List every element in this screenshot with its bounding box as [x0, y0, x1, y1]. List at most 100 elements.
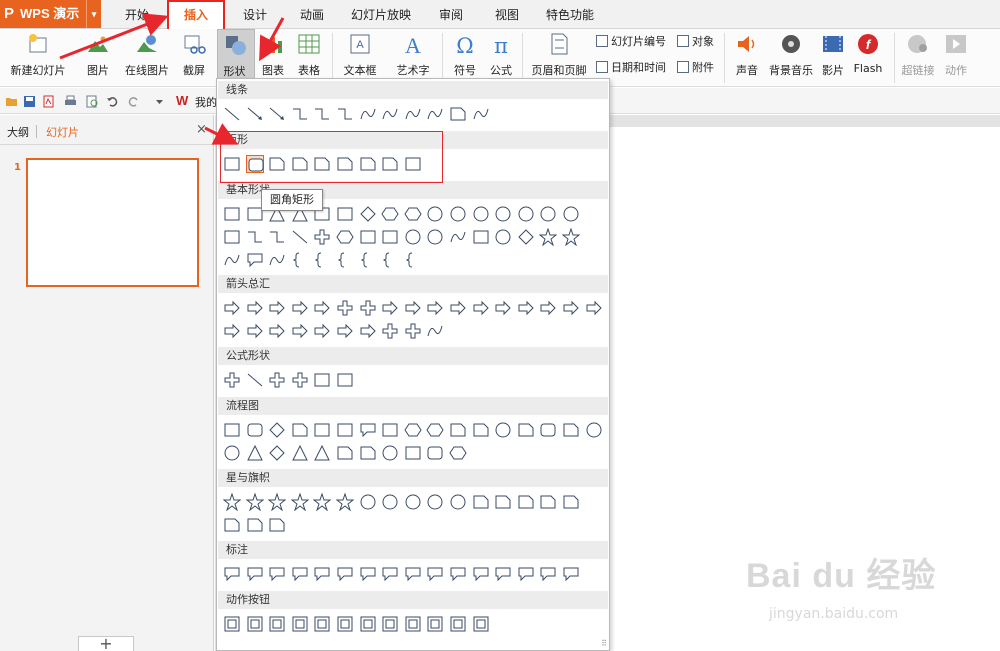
screenshot-button[interactable]: 截屏	[176, 29, 212, 87]
shape-option-rect[interactable]	[359, 228, 377, 246]
shape-option-diamond[interactable]	[359, 205, 377, 223]
shape-option-circle[interactable]	[426, 205, 444, 223]
shape-option-callout[interactable]	[539, 565, 557, 583]
shape-option-btn[interactable]	[246, 615, 264, 633]
shape-option-btn[interactable]	[404, 615, 422, 633]
shape-option-snip[interactable]	[472, 493, 490, 511]
shape-option-curve[interactable]	[426, 322, 444, 340]
tab-special-features[interactable]: 特色功能	[542, 0, 598, 29]
shape-option-btn[interactable]	[268, 615, 286, 633]
shape-option-rect[interactable]	[223, 228, 241, 246]
shape-option-curve[interactable]	[359, 105, 377, 123]
attachment-button[interactable]: 附件	[677, 59, 714, 77]
shape-option-snip[interactable]	[494, 493, 512, 511]
shape-option-curve[interactable]	[472, 105, 490, 123]
shape-option-snip[interactable]	[449, 421, 467, 439]
shape-option-plus[interactable]	[336, 299, 354, 317]
shape-option-curve[interactable]	[404, 105, 422, 123]
shape-option-diamond[interactable]	[268, 421, 286, 439]
shape-option-snip[interactable]	[562, 421, 580, 439]
shape-option-line[interactable]	[291, 228, 309, 246]
shape-option-elbow[interactable]	[291, 105, 309, 123]
shape-option-plus[interactable]	[223, 371, 241, 389]
shape-option-btn[interactable]	[426, 615, 444, 633]
shape-option-star[interactable]	[313, 493, 332, 511]
shape-option-btn[interactable]	[449, 615, 467, 633]
shape-option-btn[interactable]	[291, 615, 309, 633]
shape-option-hex[interactable]	[426, 421, 444, 439]
shape-option-snip[interactable]	[472, 421, 490, 439]
shape-option-diamond[interactable]	[268, 444, 286, 462]
shape-option-circle[interactable]	[223, 444, 241, 462]
shape-option-circle[interactable]	[381, 444, 399, 462]
shape-option-btn[interactable]	[472, 615, 490, 633]
shape-option-arrow[interactable]	[336, 322, 354, 340]
tab-slideshow[interactable]: 幻灯片放映	[349, 0, 413, 29]
online-picture-button[interactable]: 在线图片	[122, 29, 172, 87]
shape-option-tri[interactable]	[246, 444, 264, 462]
shape-option-arrow[interactable]	[517, 299, 535, 317]
date-time-button[interactable]: 日期和时间	[596, 59, 666, 77]
shape-option-callout[interactable]	[494, 565, 512, 583]
shape-option-callout[interactable]	[517, 565, 535, 583]
shape-option-elbow[interactable]	[268, 228, 286, 246]
shape-option-arrow[interactable]	[404, 299, 422, 317]
resize-grip-icon[interactable]: ⠿	[601, 639, 607, 648]
shape-option-hex[interactable]	[404, 205, 422, 223]
shape-option-arrow[interactable]	[472, 299, 490, 317]
shape-option-circle[interactable]	[517, 205, 535, 223]
shape-option-plus[interactable]	[359, 299, 377, 317]
shape-option-arrow[interactable]	[562, 299, 580, 317]
shape-option-rect[interactable]	[336, 205, 354, 223]
shape-option-callout[interactable]	[246, 565, 264, 583]
shape-option-btn[interactable]	[313, 615, 331, 633]
movie-button[interactable]: 影片	[818, 29, 848, 87]
shape-option-hex[interactable]	[381, 205, 399, 223]
flash-button[interactable]: f Flash	[851, 29, 885, 87]
shape-option-arrow[interactable]	[223, 322, 241, 340]
bg-music-button[interactable]: 背景音乐	[765, 29, 817, 87]
shape-option-snip[interactable]	[223, 516, 241, 534]
shape-option-arrow[interactable]	[291, 322, 309, 340]
shape-option-brace[interactable]	[359, 251, 377, 269]
sound-button[interactable]: 声音	[730, 29, 764, 87]
shape-option-callout[interactable]	[336, 565, 354, 583]
shape-option-callout[interactable]	[291, 565, 309, 583]
shape-option-arrow[interactable]	[359, 322, 377, 340]
shape-option-arrowline[interactable]	[268, 105, 286, 123]
shape-option-star[interactable]	[539, 228, 558, 246]
tab-insert[interactable]: 插入	[167, 0, 225, 29]
shape-option-btn[interactable]	[336, 615, 354, 633]
shape-option-rect[interactable]	[404, 444, 422, 462]
shape-option-circle[interactable]	[426, 228, 444, 246]
shape-option-circle[interactable]	[404, 493, 422, 511]
shape-option-plus[interactable]	[291, 371, 309, 389]
shape-option-arrow[interactable]	[268, 299, 286, 317]
shape-option-callout[interactable]	[359, 421, 377, 439]
slide-thumbnail[interactable]	[26, 158, 199, 287]
tab-review[interactable]: 审阅	[432, 0, 470, 29]
shape-option-circle[interactable]	[494, 421, 512, 439]
shape-option-rect[interactable]	[381, 421, 399, 439]
shape-option-circle[interactable]	[404, 228, 422, 246]
shape-option-snip[interactable]	[336, 444, 354, 462]
shape-option-curve[interactable]	[223, 251, 241, 269]
shape-option-callout[interactable]	[313, 565, 331, 583]
shape-option-rect[interactable]	[336, 421, 354, 439]
wps-app-menu[interactable]: P WPS 演示 ▾	[0, 0, 101, 28]
shape-option-circle[interactable]	[539, 205, 557, 223]
tab-home[interactable]: 开始	[118, 0, 156, 29]
shape-option-arrow[interactable]	[449, 299, 467, 317]
wps-my-label[interactable]: 我的	[195, 94, 217, 110]
shape-option-elbow[interactable]	[246, 228, 264, 246]
shape-option-elbow[interactable]	[336, 105, 354, 123]
shape-option-circle[interactable]	[449, 205, 467, 223]
shape-option-plus[interactable]	[268, 371, 286, 389]
shape-option-arrow[interactable]	[426, 299, 444, 317]
shape-option-callout[interactable]	[359, 565, 377, 583]
shape-option-circle[interactable]	[585, 421, 603, 439]
tab-slides[interactable]: 幻灯片	[46, 124, 79, 140]
shape-option-rect[interactable]	[336, 371, 354, 389]
shape-option-brace[interactable]	[313, 251, 331, 269]
shape-option-rrect[interactable]	[246, 421, 264, 439]
